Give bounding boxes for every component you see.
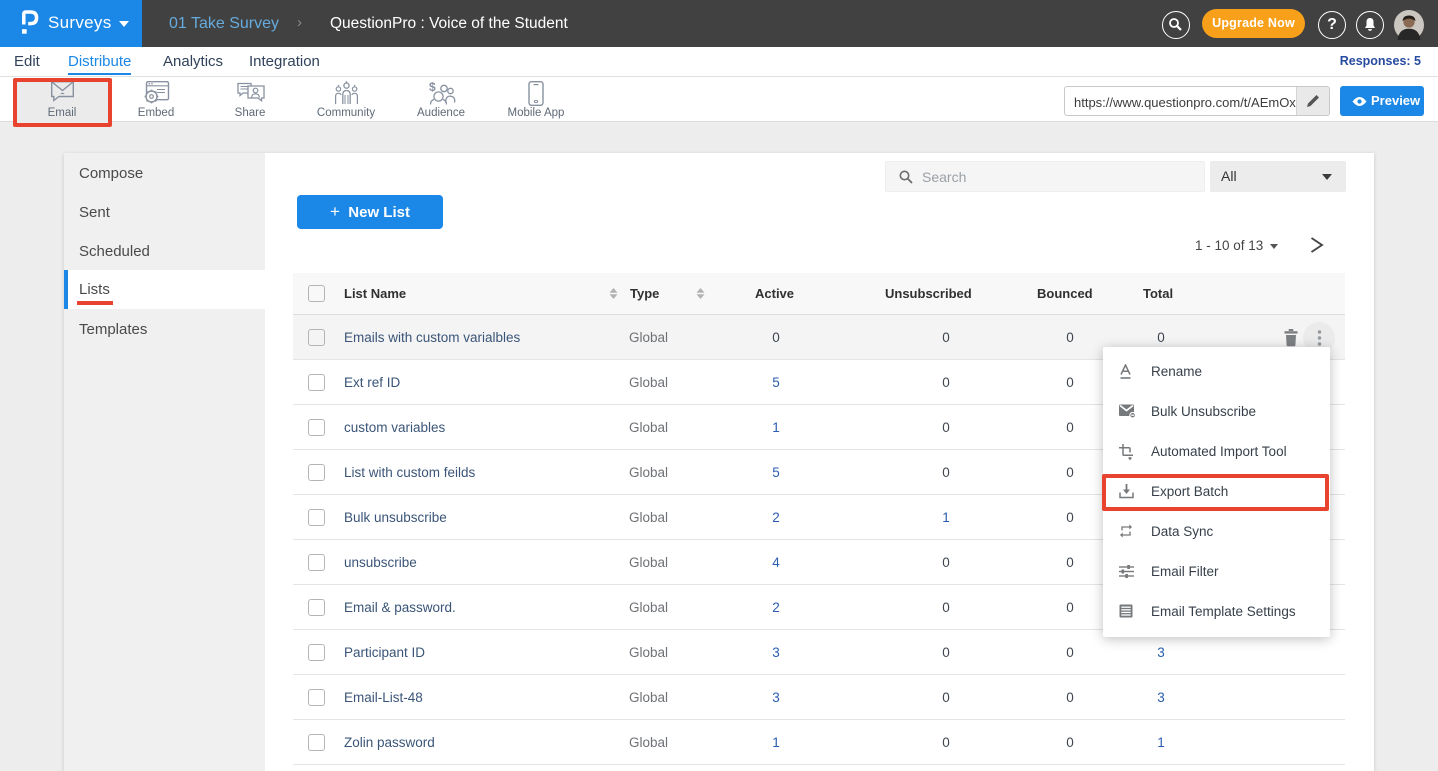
svg-text:$: $ xyxy=(429,81,436,94)
